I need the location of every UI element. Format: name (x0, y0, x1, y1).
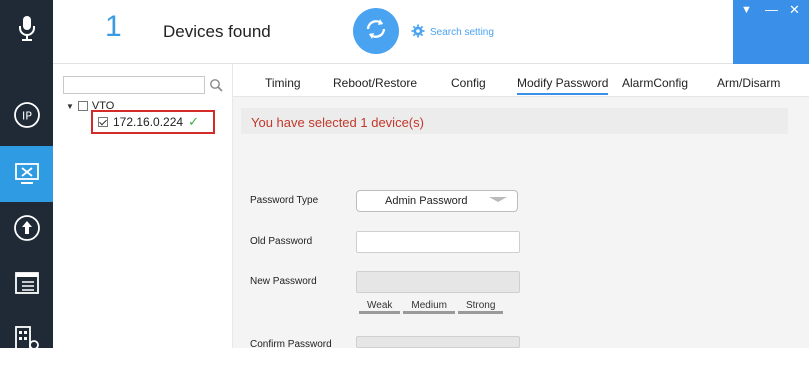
content-area: Timing Reboot/Restore Config Modify Pass… (233, 64, 809, 350)
tab-arm-disarm[interactable]: Arm/Disarm (717, 76, 780, 90)
device-ip-label: 172.16.0.224 (113, 115, 184, 129)
window-controls: ▼ — ✕ (733, 0, 809, 64)
left-sidebar: IP (0, 0, 53, 350)
strength-strong: Strong (457, 300, 504, 314)
check-mark-icon: ✓ (188, 114, 199, 129)
old-password-label: Old Password (250, 236, 313, 247)
window-list-button[interactable] (0, 255, 53, 311)
building-config-button[interactable] (0, 311, 53, 365)
password-strength-meter: Weak Medium Strong (359, 300, 504, 314)
strength-medium: Medium (403, 300, 455, 314)
header-bar: 1 Devices found Search setting ▼ — ✕ (53, 0, 809, 64)
old-password-field[interactable] (356, 231, 520, 253)
confirm-password-label: Confirm Password (250, 339, 332, 350)
devices-found-label: Devices found (163, 22, 271, 41)
caret-down-icon[interactable]: ▼ (66, 102, 74, 111)
upgrade-icon (13, 214, 41, 242)
close-icon[interactable]: ✕ (789, 2, 800, 18)
ip-icon: IP (13, 101, 41, 129)
password-type-label: Password Type (250, 195, 319, 206)
tab-modify-password[interactable]: Modify Password (517, 76, 609, 95)
password-type-value: Admin Password (385, 195, 468, 207)
password-type-select[interactable]: Admin Password (356, 190, 518, 212)
microphone-icon (17, 14, 37, 42)
upgrade-button[interactable] (0, 200, 53, 256)
minimize-icon[interactable]: — (765, 2, 778, 17)
refresh-icon (363, 16, 389, 47)
tab-alarm-config[interactable]: AlarmConfig (622, 76, 688, 90)
strength-weak: Weak (359, 300, 401, 314)
modify-password-panel (233, 97, 809, 348)
device-config-button[interactable] (0, 146, 53, 202)
ip-button[interactable]: IP (0, 87, 53, 143)
tree-device-node[interactable]: 172.16.0.224 ✓ (91, 110, 215, 134)
device-count: 1 (105, 10, 122, 43)
device-config-icon (13, 161, 41, 187)
device-checkbox[interactable] (98, 117, 108, 127)
dropdown-arrow-icon (489, 197, 507, 202)
device-tree-panel: ▼ VTO 172.16.0.224 ✓ (53, 64, 233, 348)
tab-timing[interactable]: Timing (265, 76, 301, 90)
tab-reboot-restore[interactable]: Reboot/Restore (333, 76, 417, 90)
tree-search-input[interactable] (63, 76, 205, 94)
window-list-icon (14, 270, 40, 296)
new-password-label: New Password (250, 276, 317, 287)
microphone-button[interactable] (0, 0, 53, 56)
svg-text:IP: IP (22, 110, 32, 123)
menu-dropdown-icon[interactable]: ▼ (741, 4, 752, 16)
building-config-icon (14, 325, 40, 353)
search-icon[interactable] (207, 76, 225, 94)
tab-config[interactable]: Config (451, 76, 486, 90)
root-checkbox[interactable] (77, 101, 88, 111)
new-password-field[interactable] (356, 271, 520, 293)
refresh-button[interactable] (353, 8, 399, 54)
selected-devices-message: You have selected 1 device(s) (241, 108, 788, 134)
confirm-password-field[interactable] (356, 336, 520, 348)
search-setting-label: Search setting (430, 27, 494, 38)
search-setting-link[interactable]: Search setting (411, 24, 494, 41)
gear-icon (411, 24, 425, 41)
tab-bar: Timing Reboot/Restore Config Modify Pass… (233, 64, 809, 97)
